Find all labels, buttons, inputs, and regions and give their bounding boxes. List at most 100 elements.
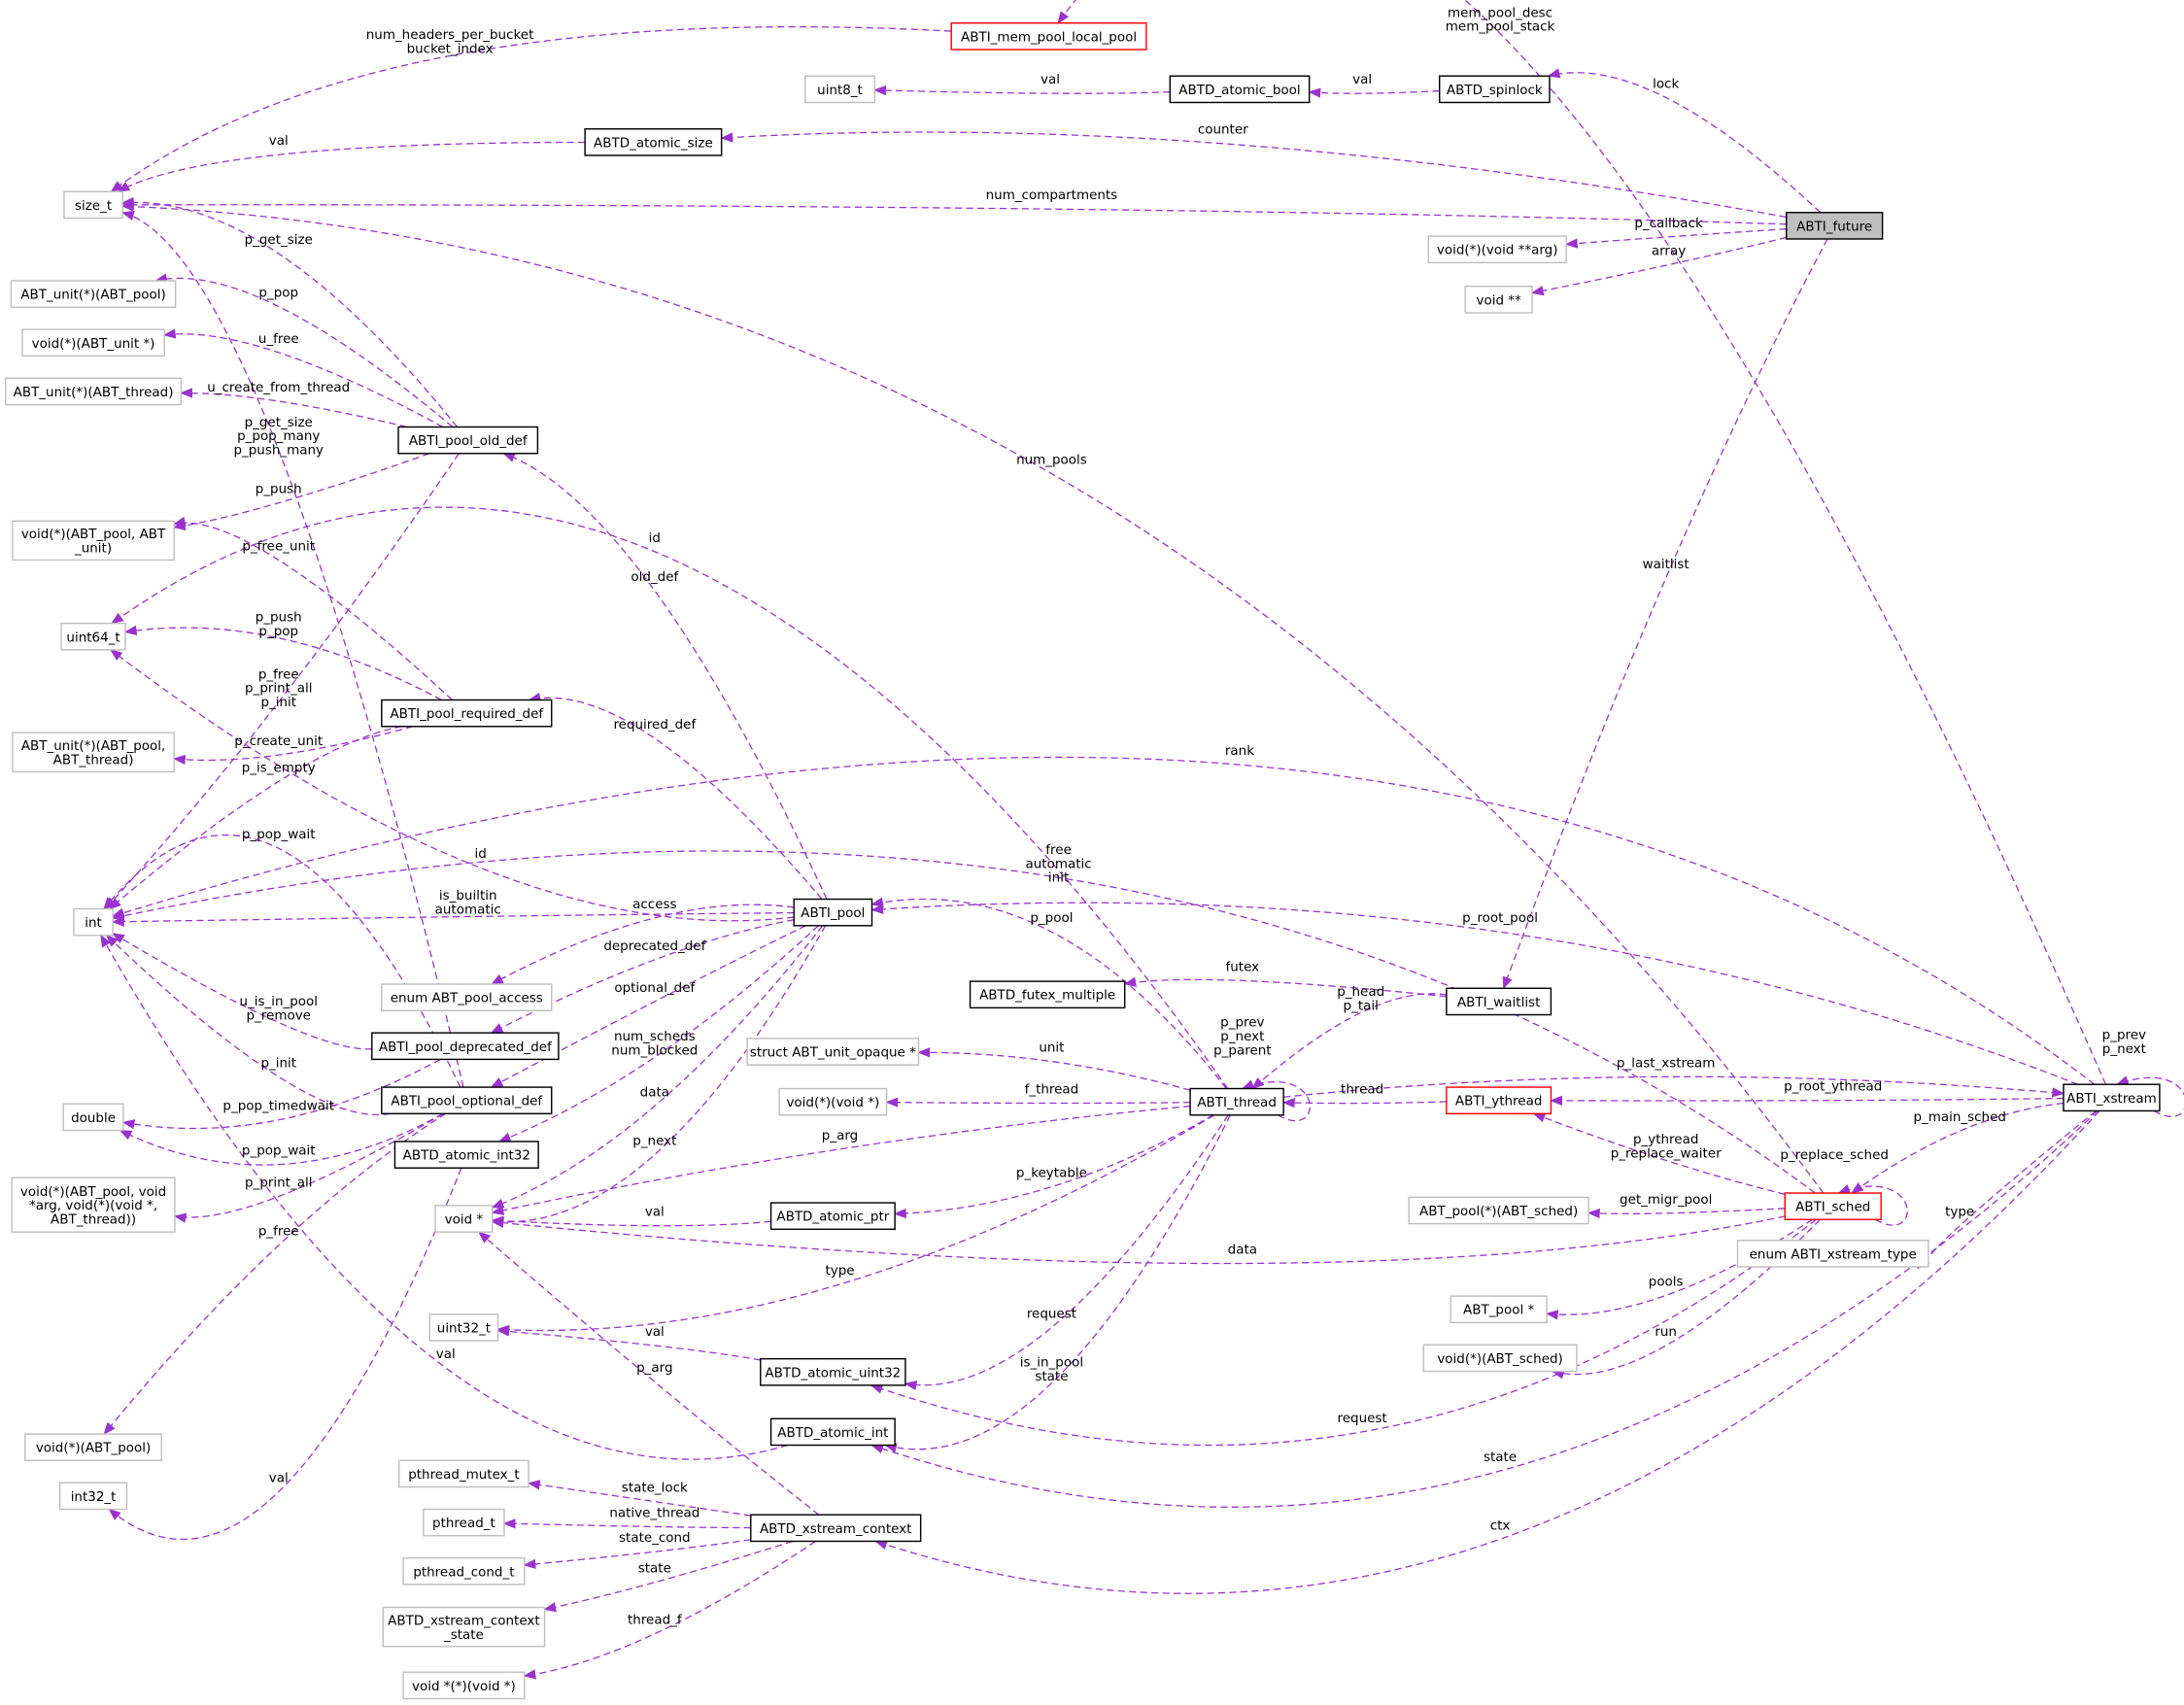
node-pool-deprecated-def[interactable]: ABTI_pool_deprecated_def (371, 1032, 560, 1061)
node-label: ABTD_xstream_context (760, 1521, 911, 1537)
node-label-line: ABTD_atomic_uint32 (765, 1365, 901, 1381)
edge-label-line: p_remove (247, 1008, 311, 1024)
node-label: ABTI_ythread (1455, 1094, 1543, 1109)
node-label: ABTI_pool_deprecated_def (379, 1040, 552, 1055)
edge-label-line: request (1027, 1306, 1076, 1321)
edge-label: p_head p_tail (1337, 984, 1384, 1013)
node-xstream-context-state: ABTD_xstream_context _state (382, 1606, 546, 1648)
edge-xstream-to-ythread (1550, 1095, 2064, 1107)
edge-label-line: required_def (613, 717, 696, 733)
edge-label: val (436, 1347, 456, 1362)
node-waitlist[interactable]: ABTI_waitlist (1446, 987, 1553, 1016)
node-atomic-int32[interactable]: ABTD_atomic_int32 (393, 1141, 539, 1169)
edge-label: deprecated_def (603, 938, 705, 954)
node-atomic-bool[interactable]: ABTD_atomic_bool (1169, 75, 1311, 104)
edge-xstream-to-mem_pool_local_pool (1057, 0, 2107, 1085)
node-label-line: pthread_t (432, 1516, 495, 1531)
node-label-line: pthread_mutex_t (408, 1467, 519, 1483)
node-label-line: ABT_pool * (1463, 1303, 1534, 1318)
node-uint64-t: uint64_t (60, 622, 126, 651)
node-label-line: void ** (1476, 292, 1521, 308)
node-thread[interactable]: ABTI_thread (1189, 1087, 1284, 1116)
edge-label: data (640, 1084, 669, 1100)
edge-label: val (1352, 72, 1372, 87)
node-label-line: ABT_pool(*)(ABT_sched) (1419, 1204, 1578, 1219)
edge-label: num_compartments (986, 188, 1118, 203)
edge-label-line: p_get_size (245, 232, 313, 248)
node-label-line: ABTD_xstream_context (760, 1521, 911, 1537)
node-spinlock[interactable]: ABTD_spinlock (1438, 75, 1551, 104)
edge-label: p_push (256, 482, 302, 497)
node-label-line: void *(*)(void *) (412, 1679, 516, 1694)
edge-label: ctx (1490, 1517, 1511, 1533)
node-label: size_t (75, 198, 112, 214)
edge-label: mem_pool_desc mem_pool_stack (1446, 5, 1555, 34)
node-cb-fn: void(*)(void **arg) (1427, 235, 1567, 264)
node-label: ABTI_pool_required_def (390, 706, 543, 722)
edge-label: p_free p_print_all p_init (245, 666, 312, 710)
edge-label: val (269, 1471, 289, 1486)
node-atomic-uint32[interactable]: ABTD_atomic_uint32 (760, 1357, 906, 1386)
node-label-line: ABT_unit(*)(ABT_pool) (20, 288, 165, 303)
edge-label: thread_f (628, 1613, 682, 1628)
node-void-void-fn: void(*)(void *) (778, 1087, 888, 1116)
node-label-line: size_t (75, 198, 112, 214)
edge-label: num_headers_per_bucket bucket_index (366, 27, 534, 56)
node-atomic-int[interactable]: ABTD_atomic_int (769, 1417, 896, 1447)
node-mem-pool-local-pool[interactable]: ABTI_mem_pool_local_pool (950, 22, 1147, 51)
node-pool-old-def[interactable]: ABTI_pool_old_def (397, 426, 539, 455)
edge-label: p_pop_timedwait (222, 1099, 334, 1114)
node-sched[interactable]: ABTI_sched (1784, 1192, 1882, 1220)
edge-label-line: state (638, 1561, 671, 1577)
node-xstream[interactable]: ABTI_xstream (2063, 1083, 2161, 1112)
edge-label-line: p_keytable (1016, 1166, 1087, 1181)
edge-label: p_pop (258, 285, 298, 300)
node-pool[interactable]: ABTI_pool (793, 898, 873, 927)
node-label-line: ABT_unit(*)(ABT_thread) (14, 385, 174, 400)
node-label: enum ABT_pool_access (391, 991, 543, 1006)
edge-label-line: val (436, 1347, 456, 1362)
edge-ythread-to-thread (1281, 1097, 1447, 1108)
node-label: ABTI_thread (1197, 1095, 1277, 1110)
node-label: enum ABTI_xstream_type (1750, 1246, 1917, 1262)
node-label: double (71, 1110, 116, 1126)
edge-label: access (632, 897, 676, 912)
edge-label-line: access (632, 897, 676, 912)
node-label-line: struct ABT_unit_opaque * (750, 1045, 916, 1061)
edge-label: get_migr_pool (1620, 1192, 1712, 1208)
node-label: void ** (1476, 292, 1521, 308)
node-label: ABTI_waitlist (1457, 995, 1540, 1010)
edge-label: p_keytable (1016, 1166, 1087, 1181)
edge-label-line: p_pop (258, 624, 298, 639)
edge-label-line: u_free (258, 331, 299, 347)
edge-label-line: pools (1649, 1274, 1684, 1289)
node-atomic-size[interactable]: ABTD_atomic_size (584, 127, 723, 156)
edge-label: p_free (258, 1224, 299, 1240)
node-pool-optional-def[interactable]: ABTI_pool_optional_def (381, 1086, 553, 1115)
edge-label: val (269, 133, 289, 149)
edge-label-line: p_free (258, 1224, 299, 1240)
node-pool-required-def[interactable]: ABTI_pool_required_def (381, 699, 553, 728)
node-pool-access: enum ABT_pool_access (381, 983, 553, 1011)
node-int32-t: int32_t (58, 1482, 128, 1511)
node-label: uint8_t (817, 83, 863, 98)
node-ythread[interactable]: ABTI_ythread (1446, 1086, 1553, 1115)
edge-label-line: p_tail (1344, 999, 1379, 1014)
node-xstream-context[interactable]: ABTD_xstream_context (750, 1514, 922, 1543)
node-label-line: ABT_thread) (53, 752, 134, 767)
node-atomic-ptr[interactable]: ABTD_atomic_ptr (769, 1202, 896, 1231)
node-label: void(*)(void **arg) (1437, 243, 1558, 258)
node-futex-multiple[interactable]: ABTD_futex_multiple (969, 980, 1126, 1009)
node-xstream-type: enum ABTI_xstream_type (1736, 1240, 1929, 1268)
edge-label-line: num_compartments (986, 188, 1118, 203)
node-label-line: ABTD_atomic_int (777, 1425, 888, 1441)
node-label: ABTD_atomic_int32 (403, 1148, 530, 1164)
graph-canvas: mem_pool_desc mem_pool_stack num_headers_p… (5, 0, 2184, 1700)
node-label-line: ABTD_futex_multiple (979, 988, 1115, 1004)
node-label: int32_t (71, 1489, 117, 1505)
edge-label-line: deprecated_def (603, 938, 705, 954)
edge-label: id (649, 530, 661, 546)
edge-label: num_pools (1016, 453, 1087, 468)
node-future[interactable]: ABTI_future (1785, 212, 1884, 240)
edge-thread-to-atomic_uint32 (904, 1114, 1229, 1391)
